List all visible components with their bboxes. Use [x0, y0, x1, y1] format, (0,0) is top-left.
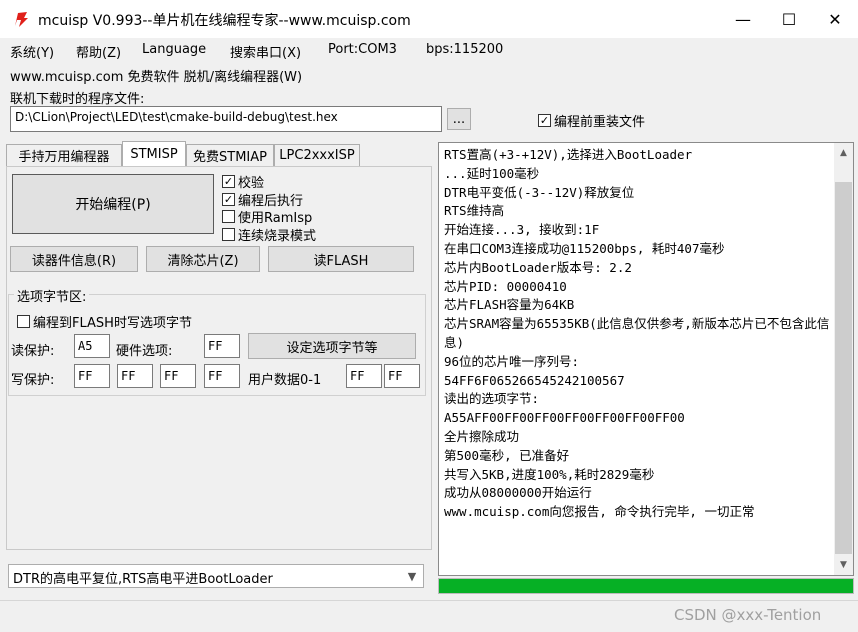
log-line: 开始连接...3, 接收到:1F [444, 222, 600, 238]
log-line: DTR电平变低(-3--12V)释放复位 [444, 184, 635, 200]
reset-mode-select[interactable]: DTR的高电平复位,RTS高电平进BootLoader [8, 564, 424, 588]
log-line: RTS维持高 [444, 203, 505, 219]
tab-stmiap[interactable]: 免费STMIAP [186, 144, 274, 166]
program-option-bytes-option[interactable]: 编程到FLASH时写选项字节 [17, 312, 192, 331]
file-label: 联机下载时的程序文件: [10, 92, 145, 107]
ramisp-checkbox[interactable] [222, 210, 235, 223]
verify-label: 校验 [238, 176, 265, 191]
user-data-label: 用户数据0-1 [248, 373, 322, 388]
log-line: 全片擦除成功 [444, 428, 520, 444]
file-path-input[interactable]: D:\CLion\Project\LED\test\cmake-build-de… [10, 106, 442, 132]
log-line: 共写入5KB,进度100%,耗时2829毫秒 [444, 466, 655, 482]
reload-file-checkbox[interactable] [538, 114, 551, 127]
write-protect-field-2[interactable]: FF [160, 364, 196, 388]
minimize-button[interactable]: — [720, 0, 766, 38]
ramisp-label: 使用RamIsp [238, 211, 313, 226]
log-line: 芯片SRAM容量为65535KB(此信息仅供参考,新版本芯片已不包含此信息) [444, 316, 830, 350]
program-option-bytes-label: 编程到FLASH时写选项字节 [33, 316, 192, 331]
continuous-checkbox[interactable] [222, 228, 235, 241]
read-protect-label: 读保护: [11, 344, 55, 359]
log-line: 芯片PID: 00000410 [444, 278, 567, 294]
write-protect-label: 写保护: [11, 373, 55, 388]
option-verify[interactable]: 校验 [222, 172, 264, 191]
read-info-button[interactable]: 读器件信息(R) [10, 246, 138, 272]
log-line: RTS置高(+3-+12V),选择进入BootLoader [444, 147, 693, 162]
menu-port[interactable]: Port:COM3 [328, 42, 397, 57]
close-icon: ✕ [828, 9, 842, 29]
reload-file-label: 编程前重装文件 [554, 115, 646, 130]
chevron-down-icon[interactable]: ▼ [404, 568, 420, 584]
progress-bar [438, 578, 854, 594]
option-ramisp[interactable]: 使用RamIsp [222, 207, 312, 226]
log-lines: RTS置高(+3-+12V),选择进入BootLoader ...延时100毫秒 D… [444, 146, 830, 522]
read-flash-button[interactable]: 读FLASH [268, 246, 414, 272]
log-line: 54FF6F065266545242100567 [444, 372, 625, 388]
log-line: A55AFF00FF00FF00FF00FF00FF00FF00 [444, 410, 685, 426]
menu-offline-programmer[interactable]: www.mcuisp.com 免费软件 脱机/离线编程器(W) [10, 66, 302, 85]
option-continuous[interactable]: 连续烧录模式 [222, 225, 316, 244]
log-line: 96位的芯片唯一序列号: [444, 353, 580, 369]
scroll-down-icon[interactable]: ▼ [834, 556, 853, 574]
log-line: 在串口COM3连接成功@115200bps, 耗时407毫秒 [444, 240, 725, 256]
tab-lpc2xxxisp[interactable]: LPC2xxxISP [274, 144, 360, 166]
run-after-checkbox[interactable] [222, 193, 235, 206]
menu-bps[interactable]: bps:115200 [426, 42, 503, 57]
program-option-bytes-checkbox[interactable] [17, 315, 30, 328]
window-title: mcuisp V0.993--单片机在线编程专家--www.mcuisp.com [38, 13, 411, 29]
progress-fill [439, 579, 853, 593]
reload-file-option[interactable]: 编程前重装文件 [538, 111, 645, 130]
option-bytes-title: 选项字节区: [14, 286, 90, 305]
scroll-thumb[interactable] [835, 182, 852, 554]
user-data-field-1[interactable]: FF [384, 364, 420, 388]
erase-chip-button[interactable]: 清除芯片(Z) [146, 246, 260, 272]
menu-search-port[interactable]: 搜索串口(X) [230, 42, 301, 61]
menu-language[interactable]: Language [142, 42, 206, 57]
tab-handheld[interactable]: 手持万用编程器 [6, 144, 122, 166]
log-line: 成功从08000000开始运行 [444, 485, 592, 501]
watermark: CSDN @xxx-Tention [674, 606, 822, 624]
menu-system[interactable]: 系统(Y) [10, 42, 54, 61]
browse-button[interactable]: ... [447, 108, 471, 130]
log-line: ...延时100毫秒 [444, 165, 540, 181]
log-line: www.mcuisp.com向您报告, 命令执行完毕, 一切正常 [444, 504, 755, 520]
log-output[interactable]: RTS置高(+3-+12V),选择进入BootLoader ...延时100毫秒 D… [438, 142, 854, 576]
close-button[interactable]: ✕ [812, 0, 858, 38]
user-data-field-0[interactable]: FF [346, 364, 382, 388]
app-logo-icon [15, 12, 28, 27]
continuous-label: 连续烧录模式 [238, 229, 317, 244]
tab-stmisp[interactable]: STMISP [122, 141, 186, 167]
write-protect-field-3[interactable]: FF [204, 364, 240, 388]
log-line: 芯片内BootLoader版本号: 2.2 [444, 259, 632, 275]
log-line: 芯片FLASH容量为64KB [444, 297, 575, 313]
minimize-icon: — [735, 9, 751, 29]
hw-option-field[interactable]: FF [204, 334, 240, 358]
maximize-button[interactable]: ☐ [766, 0, 812, 38]
hw-option-label: 硬件选项: [116, 344, 173, 359]
log-line: 第500毫秒, 已准备好 [444, 447, 570, 463]
scroll-up-icon[interactable]: ▲ [834, 144, 853, 162]
read-protect-field[interactable]: A5 [74, 334, 110, 358]
write-protect-field-0[interactable]: FF [74, 364, 110, 388]
verify-checkbox[interactable] [222, 175, 235, 188]
set-option-bytes-button[interactable]: 设定选项字节等 [248, 333, 416, 359]
maximize-icon: ☐ [781, 9, 797, 29]
start-programming-button[interactable]: 开始编程(P) [12, 174, 214, 234]
log-line: 读出的选项字节: [444, 391, 540, 407]
write-protect-field-1[interactable]: FF [117, 364, 153, 388]
menu-help[interactable]: 帮助(Z) [76, 42, 121, 61]
